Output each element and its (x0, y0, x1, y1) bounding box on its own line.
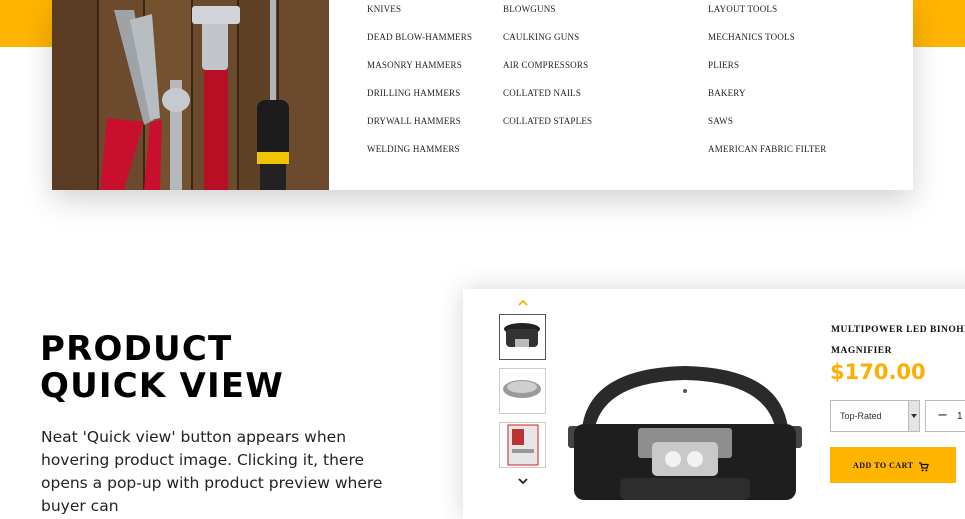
menu-link-masonry-hammers[interactable]: MASONRY HAMMERS (367, 60, 462, 70)
menu-link-drilling-hammers[interactable]: DRILLING HAMMERS (367, 88, 460, 98)
option-select[interactable]: Top-Rated (830, 400, 920, 432)
tools-banner-image (52, 0, 329, 190)
menu-link-layout-tools[interactable]: LAYOUT TOOLS (708, 4, 777, 14)
product-name: MULTIPOWER LED BINOHEAD MAGNIFIER (831, 320, 965, 362)
feature-title-line-2: QUICK VIEW (40, 366, 284, 406)
add-to-cart-button[interactable]: ADD TO CART (830, 447, 956, 483)
quantity-decrease-button[interactable]: − (937, 408, 948, 423)
mega-menu-dropdown: KNIVES DEAD BLOW-HAMMERS MASONRY HAMMERS… (52, 0, 913, 190)
product-name-line-2: MAGNIFIER (831, 346, 892, 356)
product-main-image (560, 358, 810, 500)
menu-link-american-fabric-filter[interactable]: AMERICAN FABRIC FILTER (708, 144, 826, 154)
product-name-line-1: MULTIPOWER LED BINOHEAD (831, 325, 965, 335)
feature-title-line-1: PRODUCT (40, 329, 233, 369)
cart-icon (919, 460, 929, 472)
quantity-stepper[interactable]: − 1 (925, 400, 965, 432)
menu-link-saws[interactable]: SAWS (708, 116, 733, 126)
menu-link-drywall-hammers[interactable]: DRYWALL HAMMERS (367, 116, 461, 126)
menu-link-dead-blow-hammers[interactable]: DEAD BLOW-HAMMERS (367, 32, 472, 42)
select-arrow-icon[interactable] (908, 401, 919, 431)
menu-link-blowguns[interactable]: BLOWGUNS (503, 4, 556, 14)
menu-link-pliers[interactable]: PLIERS (708, 60, 739, 70)
product-thumbnail-1[interactable] (499, 314, 546, 360)
add-to-cart-label: ADD TO CART (853, 461, 914, 470)
product-thumbnail-3[interactable] (499, 422, 546, 468)
chevron-up-icon[interactable] (516, 296, 530, 308)
menu-link-air-compressors[interactable]: AIR COMPRESSORS (503, 60, 588, 70)
feature-description: Neat 'Quick view' button appears when ho… (41, 428, 383, 515)
menu-link-knives[interactable]: KNIVES (367, 4, 401, 14)
menu-link-mechanics-tools[interactable]: MECHANICS TOOLS (708, 32, 795, 42)
feature-title: PRODUCT QUICK VIEW (40, 331, 284, 405)
menu-link-welding-hammers[interactable]: WELDING HAMMERS (367, 144, 460, 154)
quantity-value[interactable]: 1 (957, 411, 963, 422)
product-price: $170.00 (830, 360, 926, 384)
menu-link-collated-nails[interactable]: COLLATED NAILS (503, 88, 581, 98)
chevron-down-icon[interactable] (516, 474, 530, 486)
menu-link-caulking-guns[interactable]: CAULKING GUNS (503, 32, 579, 42)
product-thumbnail-2[interactable] (499, 368, 546, 414)
menu-link-collated-staples[interactable]: COLLATED STAPLES (503, 116, 592, 126)
menu-link-bakery[interactable]: BAKERY (708, 88, 746, 98)
option-select-value: Top-Rated (840, 411, 882, 421)
